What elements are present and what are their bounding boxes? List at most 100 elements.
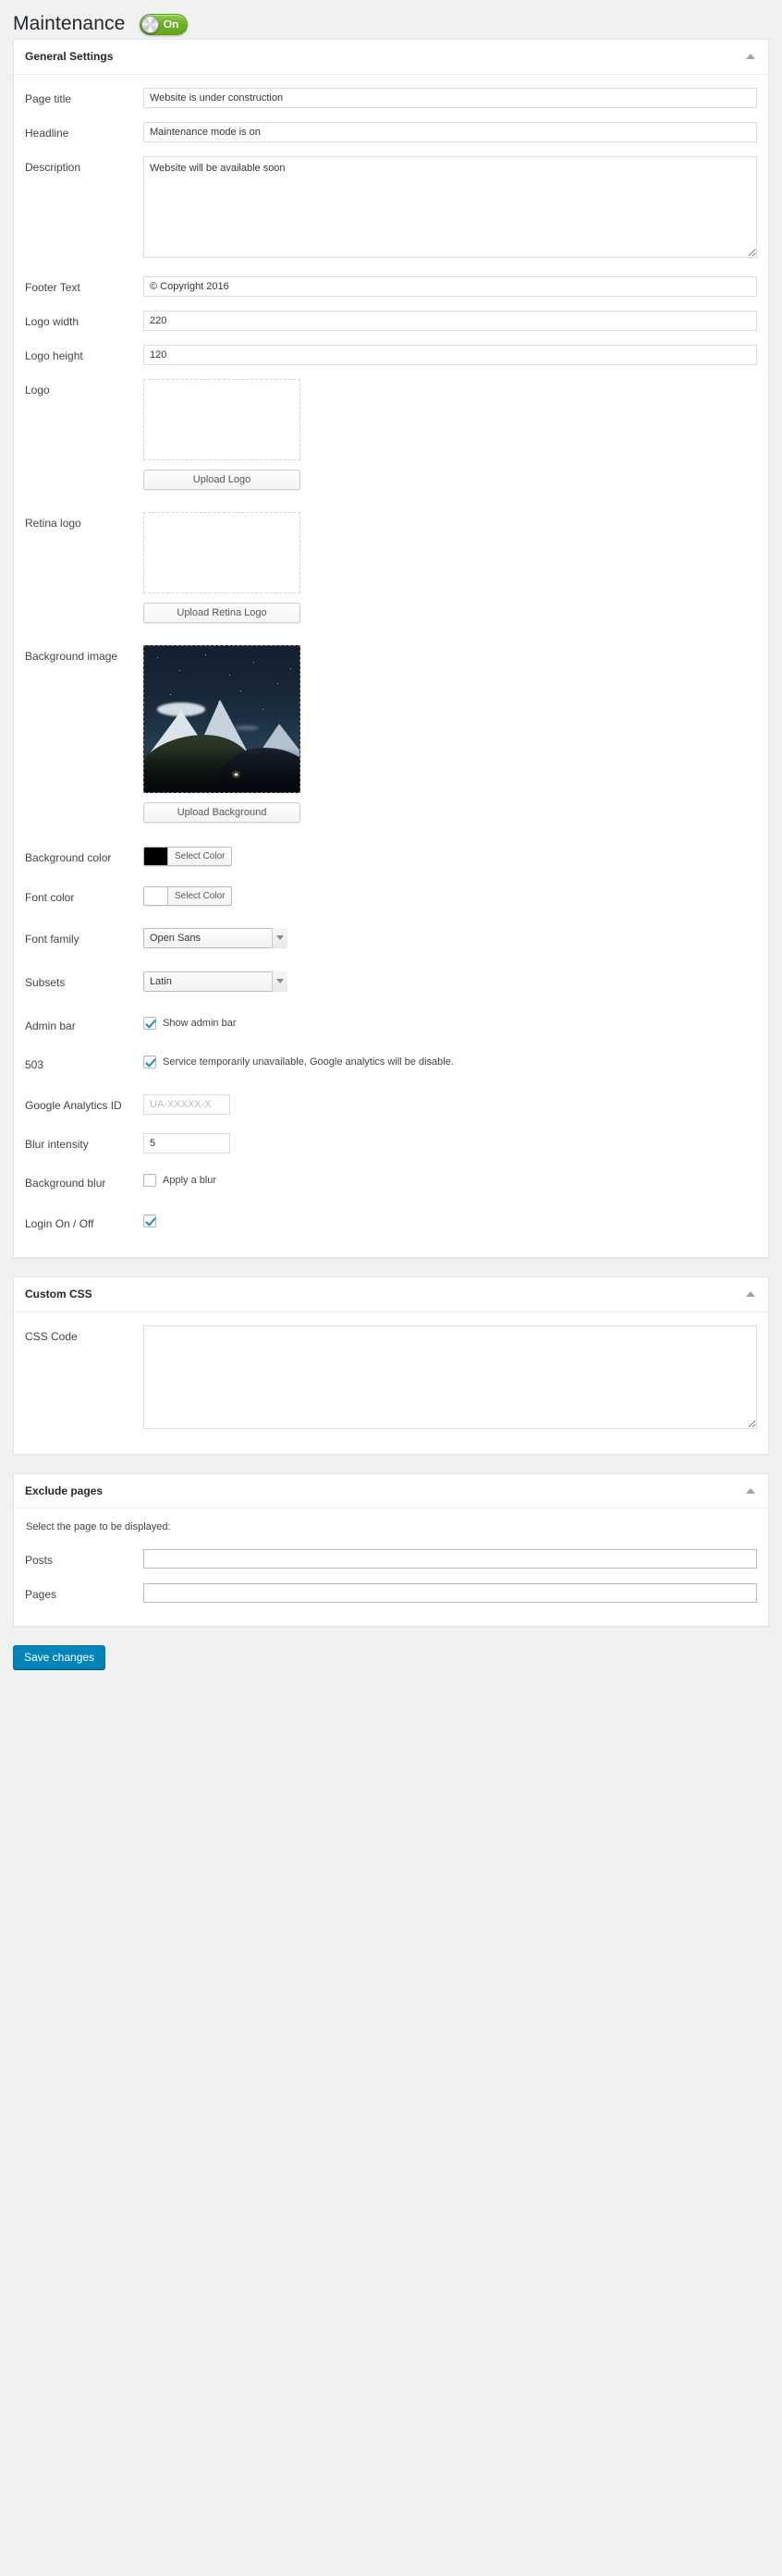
label-posts: Posts <box>25 1554 54 1568</box>
pages-input[interactable] <box>143 1583 757 1604</box>
field-row-503: 503 Service temporarily unavailable, Goo… <box>25 1054 757 1074</box>
maintenance-settings-page: Maintenance On General Settings Page tit… <box>0 0 782 2576</box>
field-pages <box>143 1583 757 1604</box>
field-row-footer-text: Footer Text <box>25 275 757 297</box>
field-subsets: Latin <box>143 971 757 996</box>
panel-header-custom-css[interactable]: Custom CSS <box>14 1277 768 1312</box>
field-background-color: Select Color <box>143 846 757 870</box>
label-logo: Logo <box>25 383 50 397</box>
admin-bar-checkbox[interactable] <box>143 1017 156 1031</box>
label-blur-intensity: Blur intensity <box>25 1137 89 1151</box>
panel-header-general[interactable]: General Settings <box>14 40 768 75</box>
field-row-posts: Posts <box>25 1549 757 1569</box>
label-logo-height: Logo height <box>25 348 83 362</box>
label-login-toggle: Login On / Off <box>25 1216 94 1230</box>
label-503: 503 <box>25 1057 44 1071</box>
field-row-admin-bar: Admin bar Show admin bar <box>25 1015 757 1035</box>
valley-shadow <box>144 747 299 792</box>
field-admin-bar: Show admin bar <box>143 1015 757 1031</box>
upload-logo-button[interactable]: Upload Logo <box>143 469 300 490</box>
field-page-title <box>143 87 757 108</box>
error-503-checkbox-label: Service temporarily unavailable, Google … <box>163 1056 454 1068</box>
field-description <box>143 155 757 262</box>
maintenance-mode-toggle[interactable]: On <box>140 13 189 35</box>
google-analytics-input[interactable] <box>143 1093 230 1115</box>
chevron-up-icon[interactable] <box>746 1487 755 1494</box>
star-icon <box>157 656 158 658</box>
star-icon <box>229 674 230 676</box>
panel-body-exclude-pages: Select the page to be displayed: Posts P… <box>14 1508 768 1626</box>
field-headline <box>143 121 757 142</box>
panel-title-exclude-pages: Exclude pages <box>25 1483 104 1497</box>
footer-text-input[interactable] <box>143 275 757 297</box>
headline-input[interactable] <box>143 121 757 142</box>
error-503-checkbox[interactable] <box>143 1056 156 1069</box>
label-headline: Headline <box>25 126 69 140</box>
toggle-knob-icon <box>141 15 160 33</box>
label-pages: Pages <box>25 1588 57 1602</box>
panel-general-settings: General Settings Page title Headline Des… <box>13 39 769 1258</box>
upload-retina-logo-button[interactable]: Upload Retina Logo <box>143 602 300 623</box>
font-family-select[interactable]: Open Sans <box>143 927 287 948</box>
label-background-blur: Background blur <box>25 1176 106 1190</box>
logo-width-input[interactable] <box>143 310 757 331</box>
upload-background-button[interactable]: Upload Background <box>143 801 300 823</box>
field-font-family: Open Sans <box>143 927 757 953</box>
logo-height-input[interactable] <box>143 344 757 365</box>
field-row-blur-intensity: Blur intensity <box>25 1132 757 1154</box>
admin-bar-checkbox-label: Show admin bar <box>163 1017 237 1029</box>
logo-preview-dropzone[interactable] <box>143 378 300 460</box>
label-admin-bar: Admin bar <box>25 1019 76 1032</box>
chevron-up-icon[interactable] <box>746 1291 755 1298</box>
field-row-font-color: Font color Select Color <box>25 885 757 910</box>
field-row-css-code: CSS Code <box>25 1325 757 1434</box>
background-color-select-label: Select Color <box>168 847 232 865</box>
background-image-preview[interactable] <box>143 644 300 793</box>
css-code-textarea[interactable] <box>143 1325 757 1429</box>
panel-body-custom-css: CSS Code <box>14 1312 768 1454</box>
page-header: Maintenance On <box>0 0 782 39</box>
label-google-analytics: Google Analytics ID <box>25 1098 122 1112</box>
font-color-picker[interactable]: Select Color <box>143 885 233 906</box>
star-icon <box>179 669 180 671</box>
star-icon <box>170 693 171 695</box>
star-icon <box>253 661 254 663</box>
summit-cloud <box>157 702 205 716</box>
background-color-picker[interactable]: Select Color <box>143 846 233 866</box>
font-color-swatch <box>144 886 168 905</box>
field-logo: Upload Logo <box>143 378 757 490</box>
panel-body-general: Page title Headline Description <box>14 75 768 1257</box>
chevron-up-icon[interactable] <box>746 54 755 60</box>
label-page-title: Page title <box>25 92 72 105</box>
field-google-analytics <box>143 1093 757 1115</box>
field-503: Service temporarily unavailable, Google … <box>143 1054 757 1069</box>
label-font-family: Font family <box>25 932 79 946</box>
field-blur-intensity <box>143 1132 757 1154</box>
panel-custom-css: Custom CSS CSS Code <box>13 1276 769 1455</box>
star-icon <box>205 653 206 655</box>
field-row-login-toggle: Login On / Off <box>25 1213 757 1233</box>
blur-intensity-input[interactable] <box>143 1132 230 1154</box>
exclude-pages-note: Select the page to be displayed: <box>26 1521 171 1533</box>
field-row-background-blur: Background blur Apply a blur <box>25 1172 757 1192</box>
subsets-select[interactable]: Latin <box>143 971 287 992</box>
field-row-logo-height: Logo height <box>25 344 757 365</box>
panel-header-exclude-pages[interactable]: Exclude pages <box>14 1474 768 1509</box>
posts-input[interactable] <box>143 1549 757 1569</box>
page-title: Maintenance <box>13 13 126 35</box>
retina-logo-preview-dropzone[interactable] <box>143 511 300 593</box>
field-login-toggle <box>143 1213 757 1227</box>
star-icon <box>240 690 241 691</box>
page-title-input[interactable] <box>143 87 757 108</box>
label-css-code: CSS Code <box>25 1329 78 1343</box>
label-retina-logo: Retina logo <box>25 516 81 530</box>
hut-light <box>235 773 238 775</box>
field-retina-logo: Upload Retina Logo <box>143 511 757 623</box>
save-changes-button[interactable]: Save changes <box>13 1645 106 1670</box>
background-blur-checkbox[interactable] <box>143 1174 156 1188</box>
field-row-background-color: Background color Select Color <box>25 846 757 870</box>
description-textarea[interactable] <box>143 155 757 258</box>
field-logo-height <box>143 344 757 365</box>
field-row-google-analytics: Google Analytics ID <box>25 1093 757 1115</box>
login-toggle-checkbox[interactable] <box>143 1214 156 1227</box>
